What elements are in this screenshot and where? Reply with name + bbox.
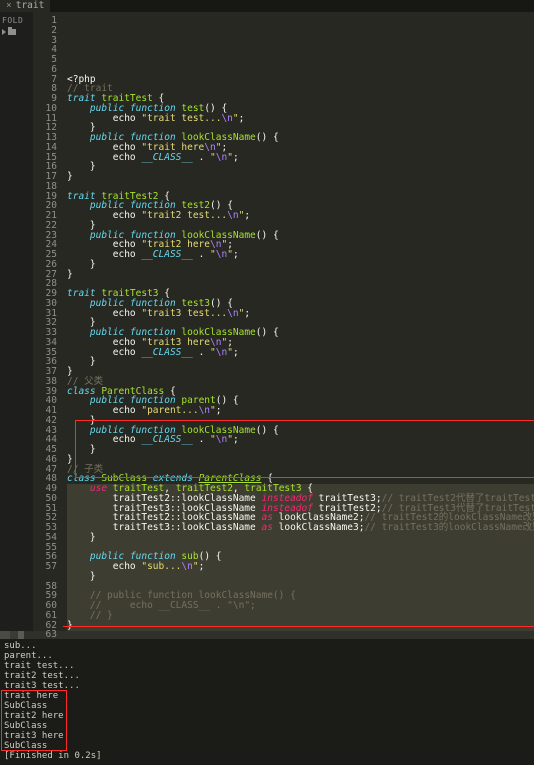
app-root: × trait FOLD 123456789101112131415161718… [0,0,534,765]
code-line[interactable]: } [67,162,534,172]
code-line[interactable]: echo "parent...\n"; [67,406,534,416]
code-line[interactable]: } [67,621,534,631]
code-line[interactable]: } [67,270,534,280]
sidebar-heading: FOLD [0,16,33,25]
console-line: SubClass [4,721,530,731]
tab-title: trait [16,0,45,12]
console-line: parent... [4,651,530,661]
line-number-gutter: 1234567891011121314151617181920212223242… [33,12,63,631]
console-line: trait3 here [4,731,530,741]
code-area[interactable]: <?php// traittrait traitTest { public fu… [63,12,534,631]
console-line: sub... [4,641,530,651]
code-line[interactable]: echo "trait test...\n"; [67,114,534,124]
console-line: trait2 here [4,711,530,721]
disclosure-triangle-icon [2,29,6,35]
code-line[interactable]: } [67,533,534,543]
code-line[interactable]: traitTest3::lookClassName as lookClassNa… [67,523,534,533]
code-line[interactable]: // } [67,611,534,621]
tab-active[interactable]: × trait [0,0,50,12]
code-line[interactable]: } [67,367,534,377]
code-line[interactable]: echo __CLASS__ . "\n"; [67,250,534,260]
output-console[interactable]: sub...parent...trait test...trait2 test.… [0,639,534,765]
folder-icon [8,29,16,35]
code-line[interactable]: } [67,572,534,582]
code-line[interactable]: // echo __CLASS__ . "\n"; [67,601,534,611]
code-line[interactable]: echo "trait2 test...\n"; [67,211,534,221]
console-line: trait here [4,691,530,701]
sidebar-folder-row[interactable] [0,29,33,35]
console-line: SubClass [4,741,530,751]
line-number: 57 [33,562,57,572]
console-line: trait3 test... [4,681,530,691]
code-line[interactable]: echo __CLASS__ . "\n"; [67,348,534,358]
horizontal-scrollbar[interactable] [0,631,534,639]
close-icon[interactable]: × [6,0,12,12]
code-line[interactable]: } [67,445,534,455]
code-line[interactable]: } [67,172,534,182]
code-line[interactable]: } [67,455,534,465]
code-line[interactable]: } [67,357,534,367]
code-line[interactable]: echo "sub...\n"; [67,562,534,572]
code-line[interactable]: } [67,260,534,270]
code-line[interactable]: <?php [67,75,534,85]
code-line[interactable]: echo __CLASS__ . "\n"; [67,435,534,445]
console-status: [Finished in 0.2s] [4,751,530,761]
code-line[interactable]: echo "trait3 test...\n"; [67,309,534,319]
code-line-blank [67,630,534,631]
console-line: trait test... [4,661,530,671]
sidebar: FOLD [0,12,33,631]
code-editor[interactable]: 1234567891011121314151617181920212223242… [33,12,534,631]
code-line[interactable]: echo __CLASS__ . "\n"; [67,153,534,163]
console-line: trait2 test... [4,671,530,681]
main-area: FOLD 12345678910111213141516171819202122… [0,12,534,631]
tab-bar: × trait [0,0,534,12]
console-line: SubClass [4,701,530,711]
